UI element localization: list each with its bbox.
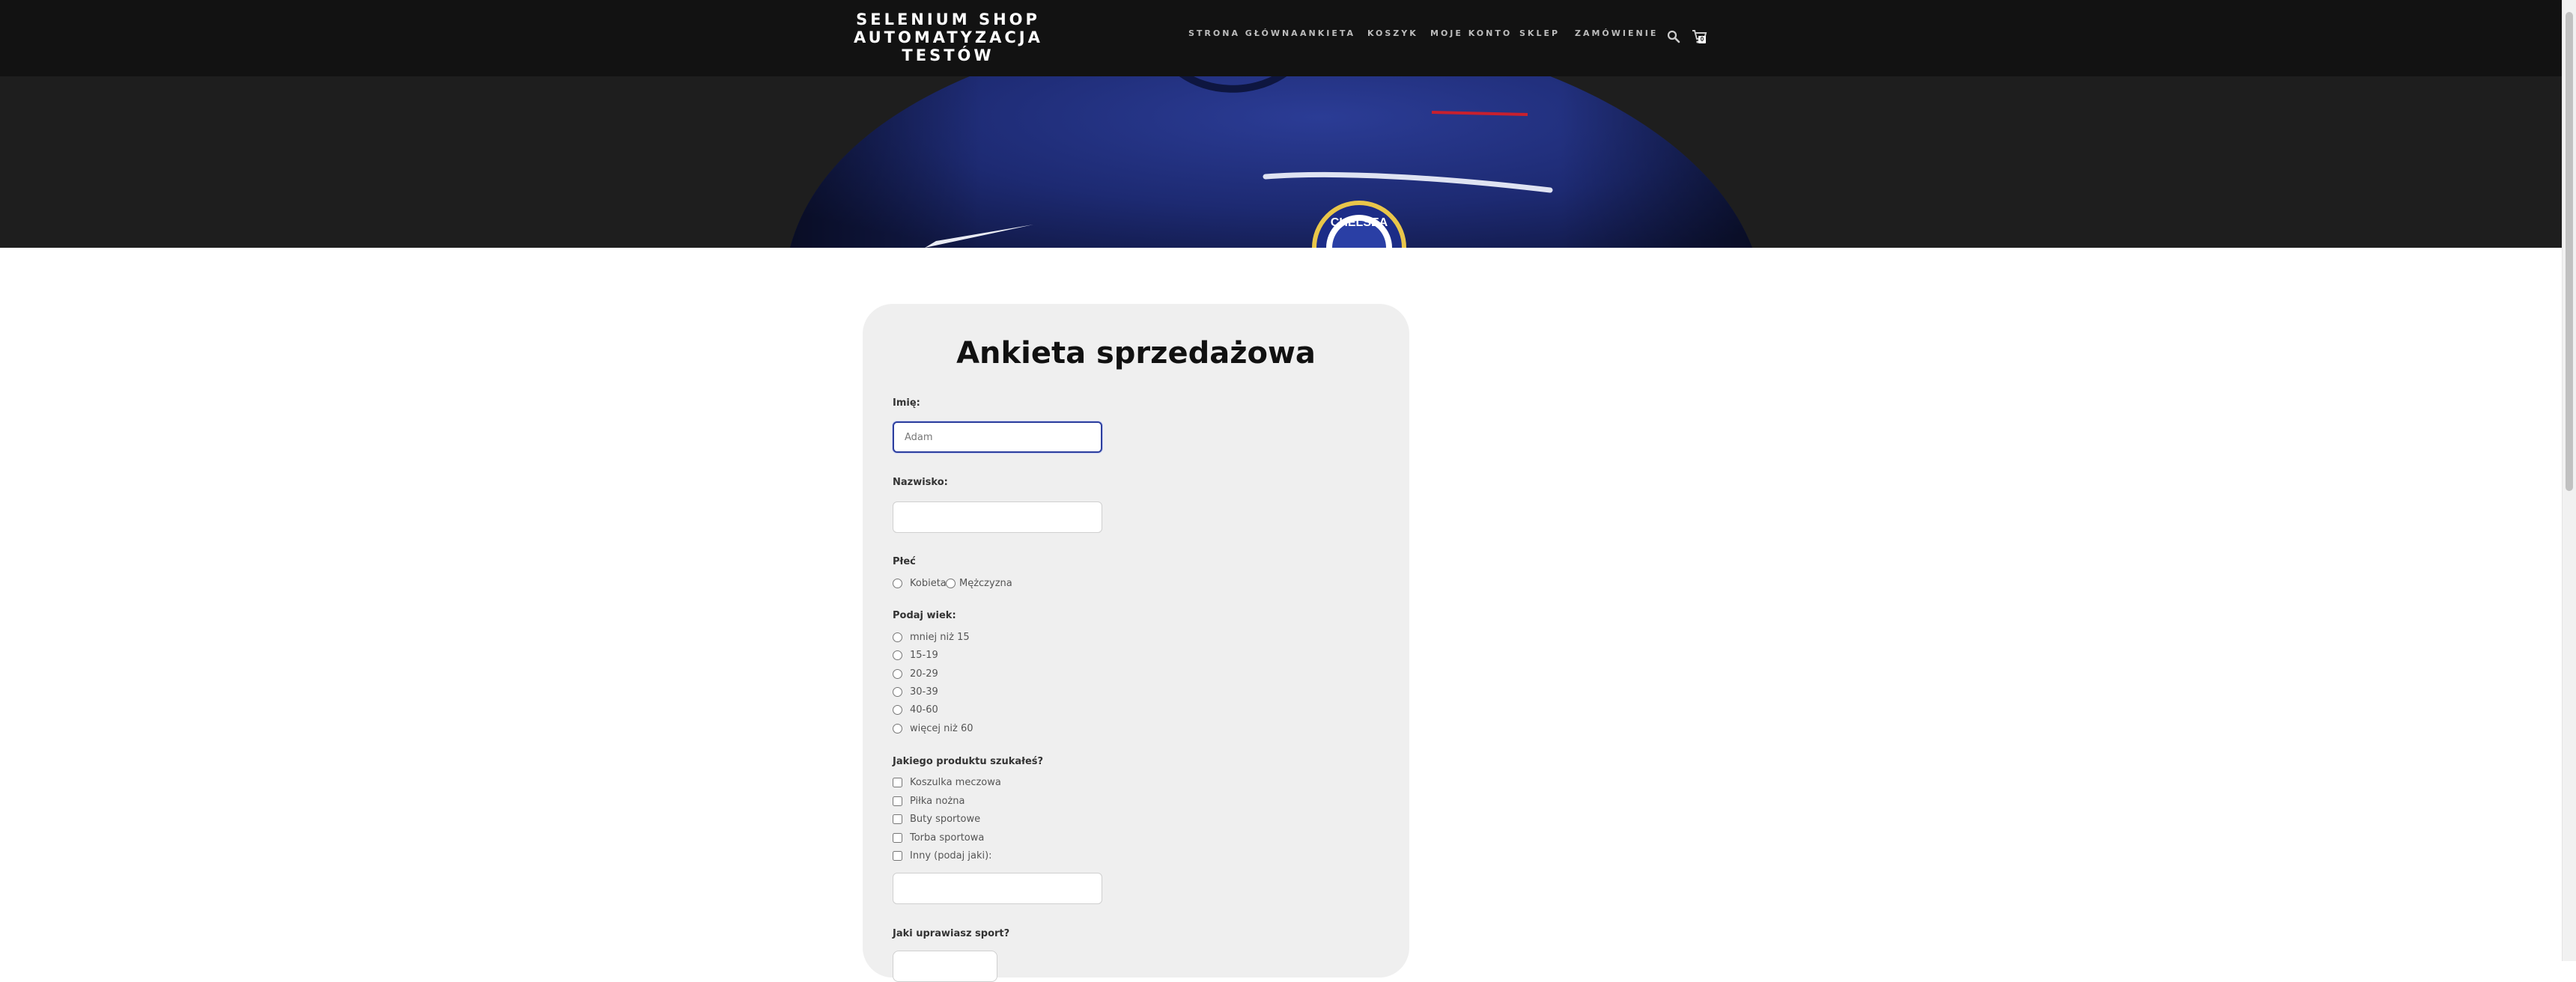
age-option-label: więcej niż 60 (910, 723, 973, 734)
nav-item-order[interactable]: ZAMÓWIENIE (1575, 28, 1658, 38)
product-checkbox-other[interactable] (893, 851, 902, 861)
gender-female-label: Kobieta (910, 578, 947, 589)
sport-select[interactable] (893, 951, 997, 982)
age-radio[interactable] (893, 705, 902, 715)
product-option-label: Buty sportowe (910, 814, 981, 825)
search-icon[interactable] (1667, 30, 1680, 43)
product-option-other-label: Inny (podaj jaki): (910, 850, 992, 861)
product-checkbox[interactable] (893, 796, 902, 806)
product-checkbox[interactable] (893, 814, 902, 824)
sport-label: Jaki uprawiasz sport? (893, 928, 1010, 939)
brand-line-1: SELENIUM SHOP (856, 10, 1040, 28)
age-option-label: mniej niż 15 (910, 632, 970, 643)
age-option-label: 20-29 (910, 668, 938, 680)
last-name-input[interactable] (893, 501, 1102, 533)
age-option-label: 30-39 (910, 686, 938, 698)
age-radio[interactable] (893, 687, 902, 697)
page-title: Ankieta sprzedażowa (956, 336, 1316, 370)
age-option-label: 40-60 (910, 704, 938, 716)
nav-item-home[interactable]: STRONA GŁÓWNA (1188, 28, 1300, 38)
product-option-label: Koszulka meczowa (910, 777, 1001, 788)
scrollbar-thumb[interactable] (2566, 12, 2573, 491)
age-label: Podaj wiek: (893, 610, 956, 621)
site-logo[interactable]: SELENIUM SHOP AUTOMATYZACJA TESTÓW (854, 10, 1042, 64)
brand-line-2: AUTOMATYZACJA (854, 28, 1043, 46)
nav-item-account[interactable]: MOJE KONTO (1430, 28, 1512, 38)
product-option-label: Torba sportowa (910, 832, 985, 844)
age-option-label: 15-19 (910, 650, 938, 661)
last-name-label: Nazwisko: (893, 477, 948, 488)
survey-form: Ankieta sprzedażowa Imię: Nazwisko: Płeć… (863, 304, 1409, 982)
product-label: Jakiego produktu szukałeś? (893, 756, 1044, 767)
nav-item-shop[interactable]: SKLEP (1519, 28, 1560, 38)
site-header: SELENIUM SHOP AUTOMATYZACJA TESTÓW STRON… (0, 0, 2563, 76)
page-scrollbar[interactable] (2562, 0, 2576, 961)
product-checkbox[interactable] (893, 778, 902, 787)
product-other-input[interactable] (893, 873, 1102, 904)
age-radio[interactable] (893, 724, 902, 734)
age-radio[interactable] (893, 669, 902, 679)
product-checkbox[interactable] (893, 833, 902, 843)
first-name-label: Imię: (893, 397, 920, 409)
gender-radio-female[interactable] (893, 579, 902, 588)
age-radio[interactable] (893, 650, 902, 660)
first-name-input[interactable] (893, 421, 1102, 453)
brand-line-3: TESTÓW (902, 46, 994, 64)
nav-item-survey[interactable]: ANKIETA (1300, 28, 1355, 38)
product-option-label: Piłka nożna (910, 796, 965, 807)
gender-radio-male[interactable] (946, 579, 956, 588)
age-radio[interactable] (893, 632, 902, 642)
gender-male-label: Mężczyzna (959, 578, 1012, 589)
cart-count-badge: 0 (1698, 36, 1706, 43)
crest-text: CHELSEA (1331, 216, 1388, 229)
nav-item-cart[interactable]: KOSZYK (1367, 28, 1418, 38)
gender-label: Płeć (893, 556, 916, 567)
